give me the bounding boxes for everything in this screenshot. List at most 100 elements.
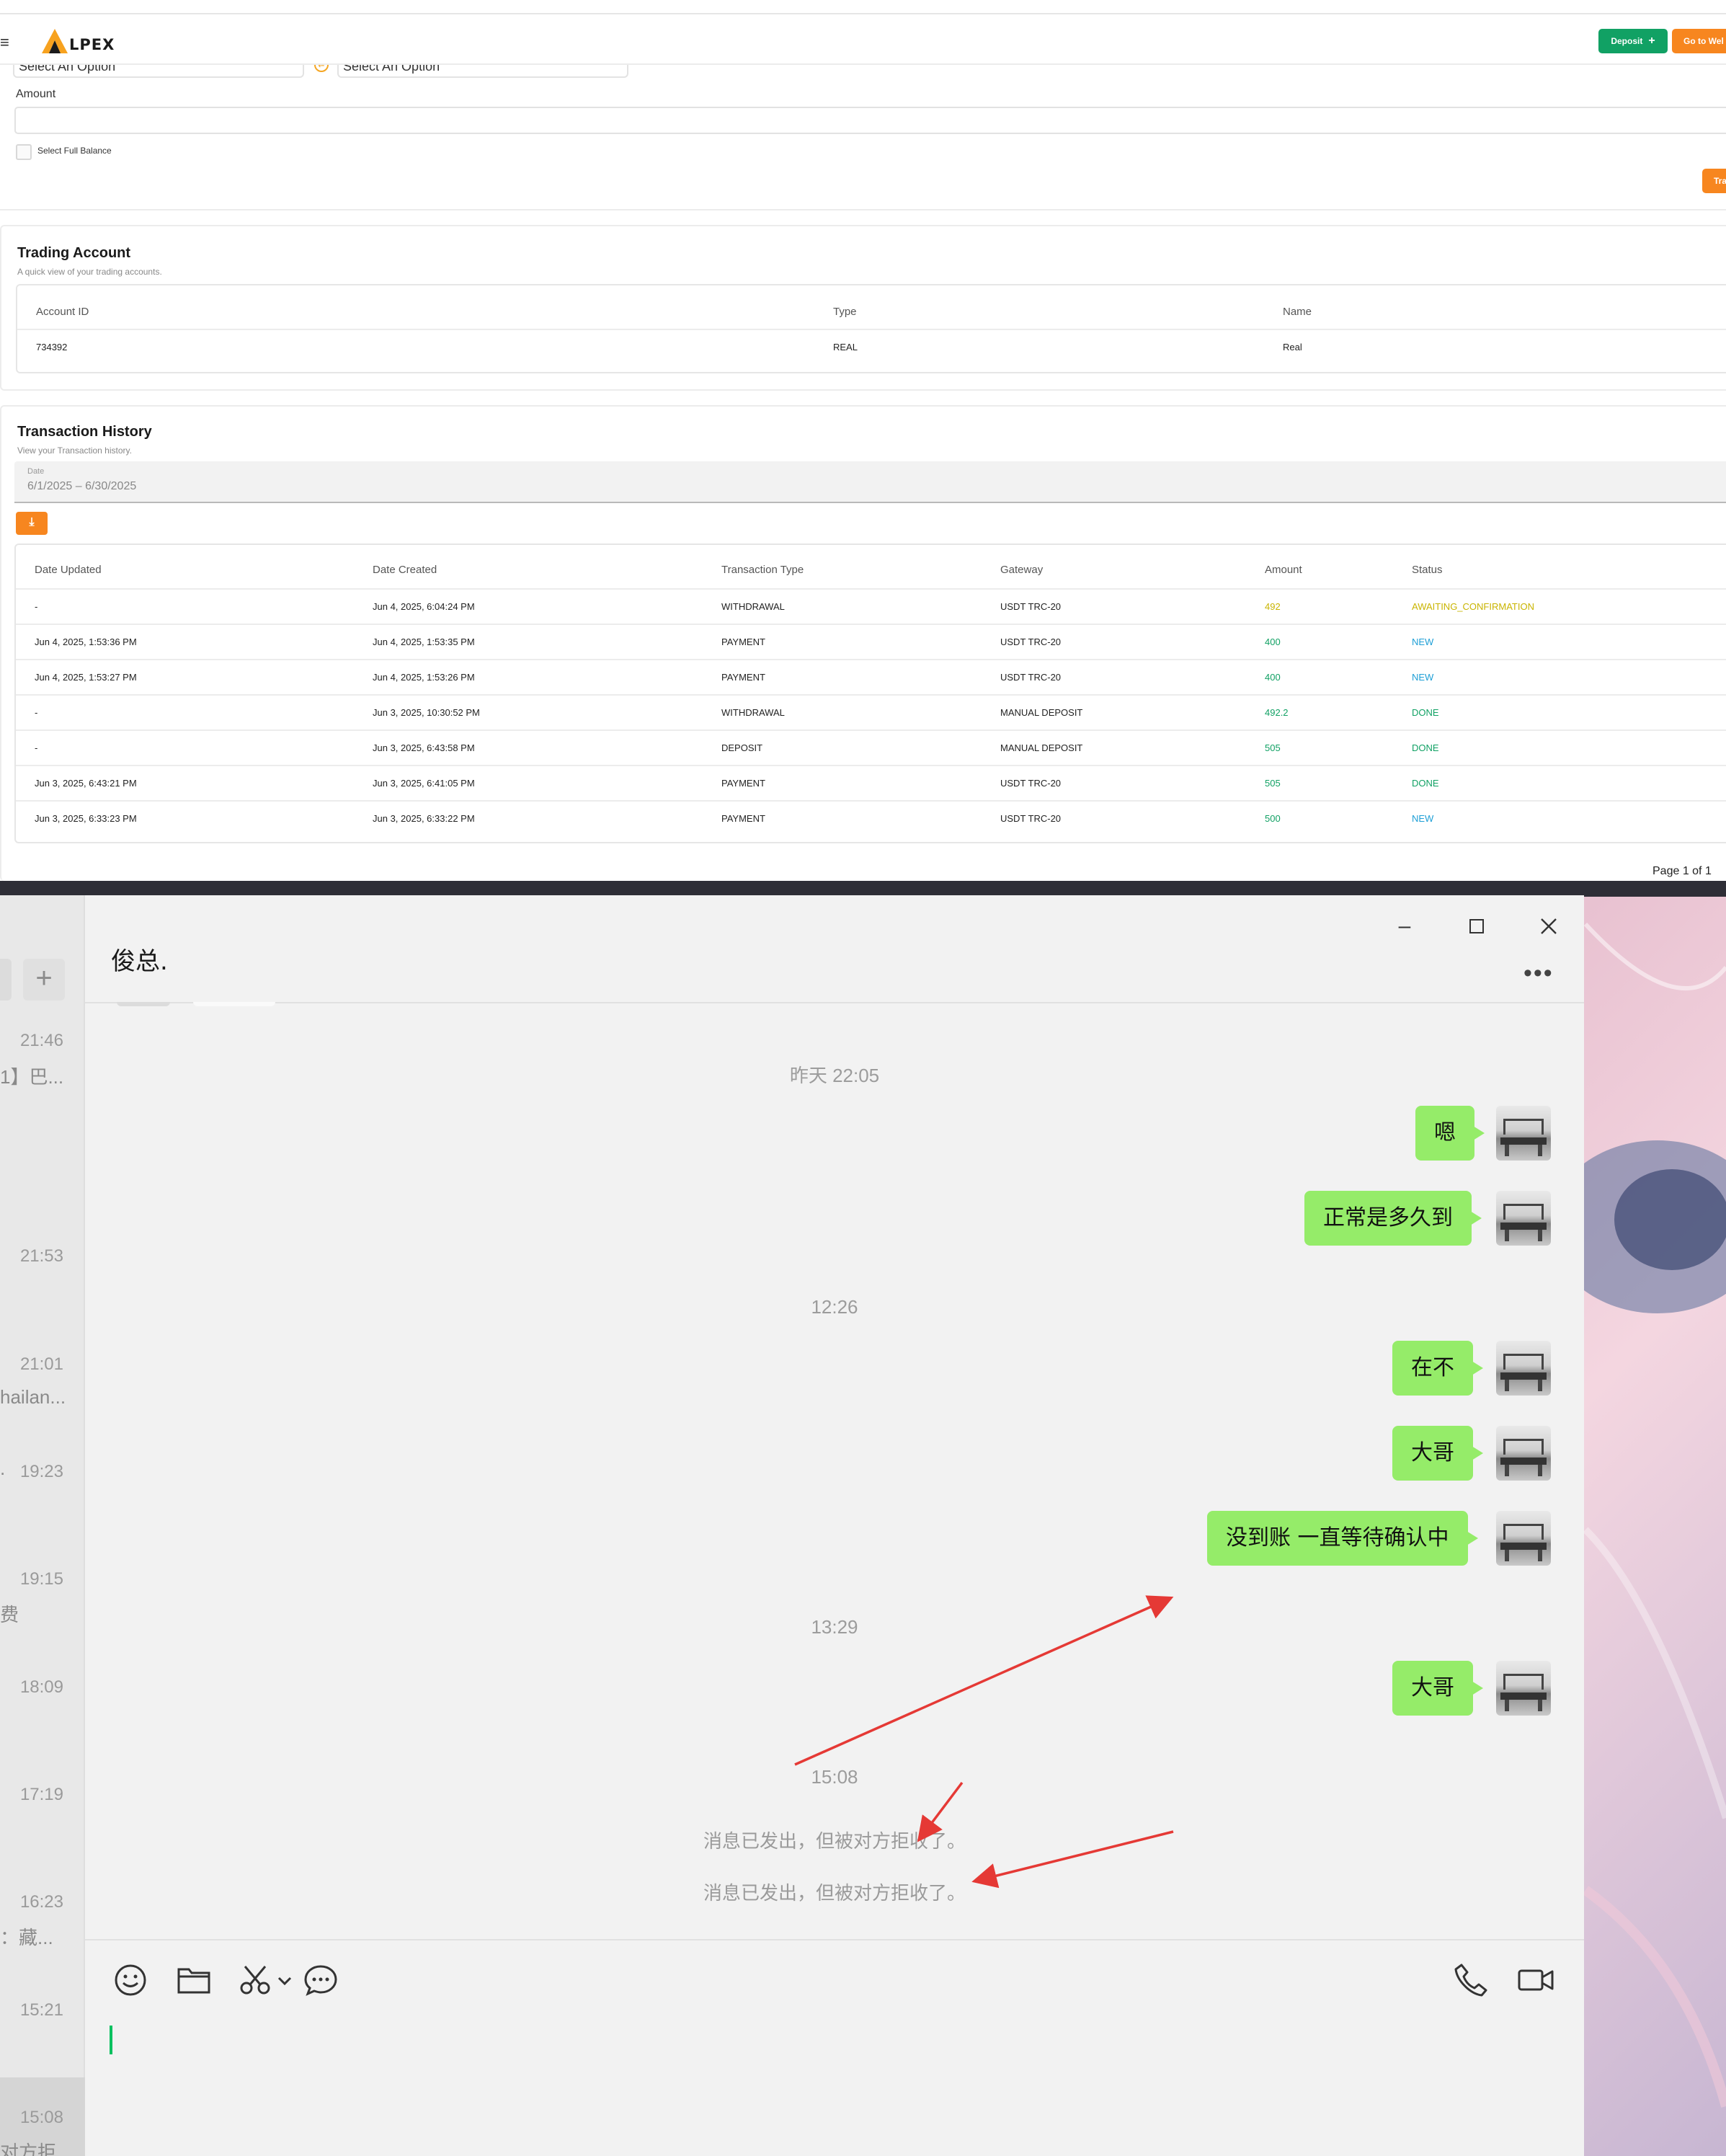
amount-input[interactable]: [14, 107, 1726, 134]
column-header: Date Updated: [35, 564, 102, 576]
status-cell: AWAITING_CONFIRMATION: [1412, 601, 1534, 612]
message-timestamp: 12:26: [811, 1296, 858, 1318]
column-header: Date Created: [373, 564, 437, 576]
brand-logo[interactable]: LPEX: [40, 26, 127, 58]
row-divider: [16, 694, 1726, 696]
go-to-label: Go to Wel: [1683, 36, 1724, 46]
chat-time: 19:23: [19, 1462, 63, 1481]
chat-time: 21:01: [19, 1354, 63, 1374]
plus-icon: +: [1648, 35, 1655, 47]
go-to-website-button[interactable]: Go to Wel: [1672, 29, 1726, 53]
outgoing-message[interactable]: 大哥: [1392, 1426, 1483, 1481]
amount-cell: 400: [1265, 672, 1281, 683]
chat-snippet: ：藏...: [0, 1927, 53, 1948]
search-box-edge[interactable]: [0, 959, 12, 1001]
column-header: Transaction Type: [721, 564, 804, 576]
date-created-cell: Jun 3, 2025, 6:43:58 PM: [373, 742, 475, 753]
amount-cell: 400: [1265, 636, 1281, 647]
column-header: Amount: [1265, 564, 1302, 576]
transaction-type-cell: DEPOSIT: [721, 742, 763, 753]
gateway-cell: USDT TRC-20: [1000, 813, 1062, 824]
transaction-type-cell: PAYMENT: [721, 813, 765, 824]
gateway-cell: USDT TRC-20: [1000, 636, 1062, 647]
select-full-balance-checkbox[interactable]: [16, 144, 32, 160]
minimize-icon[interactable]: –: [1388, 910, 1421, 943]
column-header: Status: [1412, 564, 1443, 576]
section-divider: [0, 209, 1726, 210]
date-updated-cell: Jun 4, 2025, 1:53:36 PM: [35, 636, 137, 647]
date-updated-cell: Jun 4, 2025, 1:53:27 PM: [35, 672, 137, 683]
message-timestamp: 昨天 22:05: [789, 1065, 880, 1086]
date-updated-cell: -: [35, 601, 38, 612]
transfer-button[interactable]: Tra: [1702, 169, 1726, 193]
video-icon[interactable]: [1516, 1961, 1555, 2000]
row-divider: [16, 800, 1726, 802]
maximize-icon[interactable]: [1460, 910, 1493, 943]
row-divider: [16, 765, 1726, 766]
avatar[interactable]: [1496, 1341, 1551, 1396]
header-tab: [117, 1002, 170, 1006]
more-options-icon[interactable]: •••: [1523, 961, 1554, 985]
text-cursor: [110, 2026, 112, 2054]
contact-name[interactable]: 俊总.: [111, 941, 168, 977]
chat-time: 15:21: [19, 2000, 63, 2020]
outgoing-message[interactable]: 没到账 一直等待确认中: [1207, 1511, 1478, 1566]
outgoing-message[interactable]: 正常是多久到: [1304, 1191, 1482, 1246]
avatar[interactable]: [1496, 1661, 1551, 1716]
chat-time: 16:23: [19, 1892, 63, 1912]
outgoing-message[interactable]: 大哥: [1392, 1661, 1483, 1716]
chevron-down-icon[interactable]: [274, 1961, 295, 2000]
message-input-area[interactable]: [85, 1939, 1584, 2156]
column-header: Name: [1283, 306, 1312, 318]
chat-app-screen: + 21:46 1】巴... 21:53 21:01 hailan... 19:…: [0, 881, 1726, 2156]
avatar[interactable]: [1496, 1191, 1551, 1246]
avatar[interactable]: [1496, 1426, 1551, 1481]
avatar[interactable]: [1496, 1511, 1551, 1566]
emoji-icon[interactable]: [111, 1961, 150, 2000]
gateway-cell: MANUAL DEPOSIT: [1000, 707, 1083, 718]
date-updated-cell: -: [35, 742, 38, 753]
date-updated-cell: Jun 3, 2025, 6:43:21 PM: [35, 778, 137, 789]
transfer-button-label: Tra: [1714, 176, 1726, 186]
transaction-history-title: Transaction History: [17, 424, 152, 440]
date-range-picker[interactable]: Date 6/1/2025 – 6/30/2025: [14, 461, 1726, 503]
message-timestamp: 13:29: [811, 1616, 858, 1638]
row-divider: [17, 329, 1726, 330]
web-app-screen: ≡ LPEX Deposit + Go to Wel Select An Opt…: [0, 0, 1726, 881]
plus-icon: +: [35, 962, 53, 994]
status-cell: DONE: [1412, 778, 1439, 789]
close-icon[interactable]: [1532, 910, 1565, 943]
logo-triangle-icon: [42, 29, 68, 53]
outgoing-message[interactable]: 嗯: [1415, 1106, 1485, 1161]
scissors-icon[interactable]: [236, 1961, 275, 2000]
download-button[interactable]: ⤓: [16, 512, 48, 535]
date-label: Date: [27, 467, 45, 476]
system-message-rejected: 消息已发出，但被对方拒收了。: [703, 1883, 966, 1904]
date-created-cell: Jun 3, 2025, 6:33:22 PM: [373, 813, 475, 824]
folder-icon[interactable]: [174, 1961, 213, 2000]
chat-bubble-icon[interactable]: [301, 1961, 340, 2000]
add-chat-button[interactable]: +: [23, 959, 65, 1001]
outgoing-message[interactable]: 在不: [1392, 1341, 1483, 1396]
row-divider: [16, 588, 1726, 590]
account-type-cell: REAL: [833, 342, 858, 352]
hamburger-menu-icon[interactable]: ≡: [0, 35, 9, 50]
transaction-table: Date Updated Date Created Transaction Ty…: [14, 544, 1726, 843]
gateway-cell: USDT TRC-20: [1000, 672, 1062, 683]
transaction-type-cell: WITHDRAWAL: [721, 707, 785, 718]
status-cell: DONE: [1412, 742, 1439, 753]
avatar[interactable]: [1496, 1106, 1551, 1161]
logo-text: LPEX: [69, 36, 115, 53]
amount-label: Amount: [16, 88, 56, 100]
date-created-cell: Jun 3, 2025, 10:30:52 PM: [373, 707, 480, 718]
column-header: Account ID: [36, 306, 89, 318]
status-cell: NEW: [1412, 636, 1434, 647]
date-created-cell: Jun 4, 2025, 6:04:24 PM: [373, 601, 475, 612]
account-name-cell: Real: [1283, 342, 1302, 352]
chat-snippet: hailan...: [0, 1386, 66, 1408]
desktop-top-bar: [0, 881, 1726, 897]
chat-snippet: 1】巴...: [0, 1066, 64, 1088]
deposit-button[interactable]: Deposit +: [1598, 29, 1668, 53]
chat-time: 17:19: [19, 1785, 63, 1804]
phone-icon[interactable]: [1451, 1961, 1490, 2000]
